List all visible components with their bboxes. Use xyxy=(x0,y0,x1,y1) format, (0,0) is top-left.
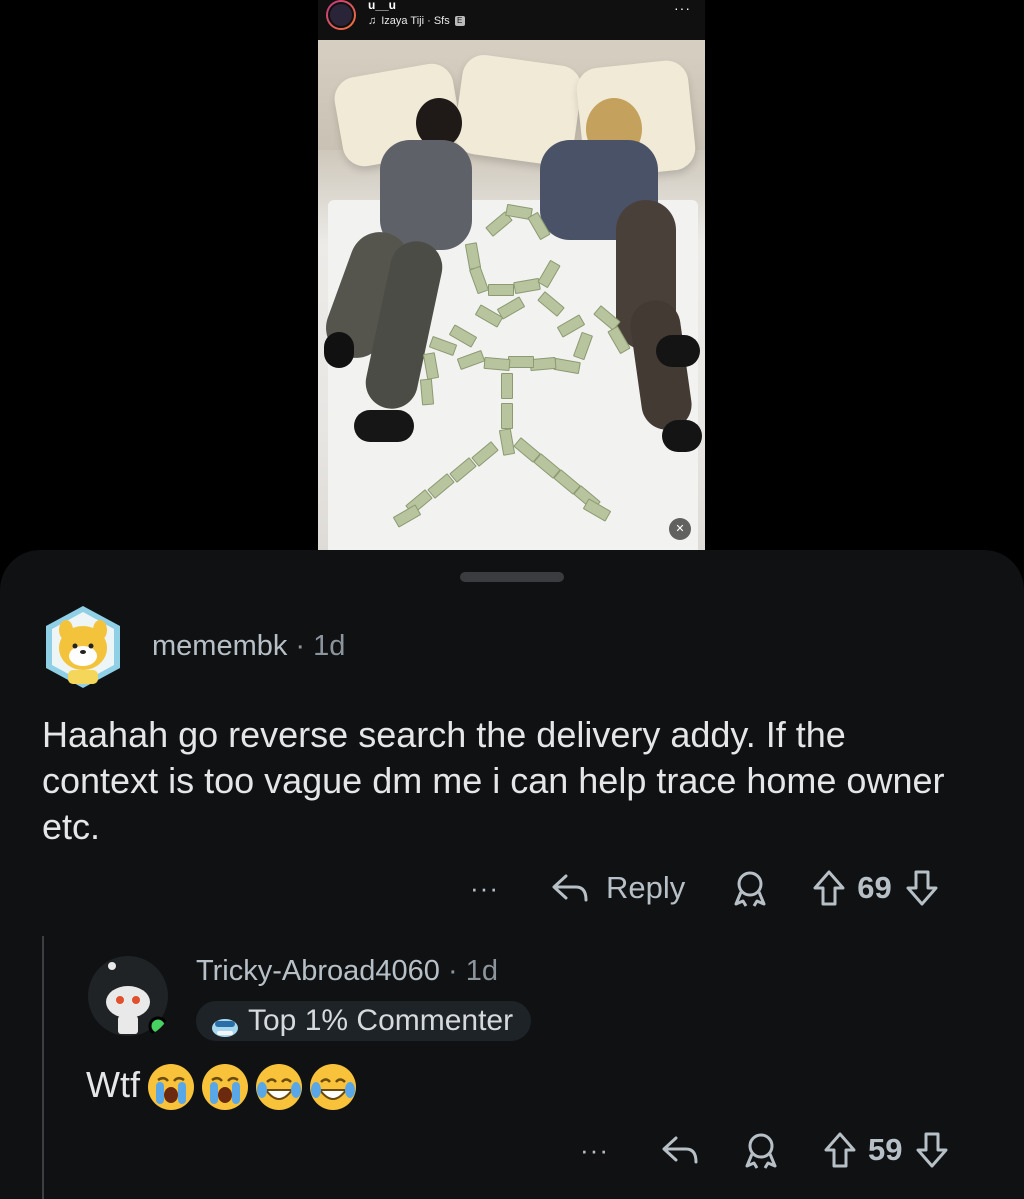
thread-line[interactable] xyxy=(42,936,44,1199)
reply-icon xyxy=(552,874,588,902)
top-commenter-badge[interactable]: Top 1% Commenter xyxy=(196,1001,532,1041)
comment-actions: ··· Reply 69 xyxy=(470,868,940,908)
story-embed[interactable]: u__u ♫ Izaya Tiji · Sfs E ··· ✕ xyxy=(318,0,705,552)
downvote-icon xyxy=(906,870,938,906)
reply-label: Reply xyxy=(606,870,686,905)
vote-count: 69 xyxy=(857,870,892,905)
story-photo: ✕ xyxy=(318,40,705,552)
snoo-badge-icon xyxy=(210,1009,240,1049)
upvote-icon xyxy=(813,870,845,906)
story-username[interactable]: u__u xyxy=(368,0,396,12)
comment-time: 1d xyxy=(313,630,346,662)
story-avatar[interactable] xyxy=(326,0,356,30)
explicit-badge: E xyxy=(454,16,465,26)
upvote-button[interactable] xyxy=(822,1130,858,1170)
comment-text: Wtf xyxy=(86,1064,140,1105)
face-with-tears-of-joy-emoji xyxy=(255,1064,302,1111)
meta-dot: · xyxy=(448,955,466,987)
upvote-button[interactable] xyxy=(811,868,847,908)
reply-button[interactable] xyxy=(660,1132,700,1168)
story-more-icon[interactable]: ··· xyxy=(674,0,691,16)
downvote-button[interactable] xyxy=(914,1130,950,1170)
badge-label: Top 1% Commenter xyxy=(248,1004,514,1037)
reply-button[interactable]: Reply xyxy=(550,870,685,906)
comment-username[interactable]: Tricky-Abroad4060 xyxy=(196,955,440,987)
story-music-label: Izaya Tiji · Sfs xyxy=(381,15,450,27)
meta-dot: · xyxy=(295,630,314,662)
comment-username[interactable]: memembk xyxy=(152,630,287,662)
mute-icon[interactable]: ✕ xyxy=(669,518,691,540)
award-button[interactable] xyxy=(742,1130,780,1170)
more-options-icon[interactable]: ··· xyxy=(580,1135,620,1166)
award-button[interactable] xyxy=(731,868,769,908)
music-note-icon: ♫ xyxy=(368,15,377,27)
story-music[interactable]: ♫ Izaya Tiji · Sfs E xyxy=(368,15,465,27)
comment-actions: ··· 59 xyxy=(580,1130,950,1170)
award-icon xyxy=(745,1133,777,1169)
award-icon xyxy=(734,871,766,907)
comment-meta: memembk · 1d xyxy=(152,630,345,663)
face-with-tears-of-joy-emoji xyxy=(309,1064,356,1111)
loudly-crying-face-emoji xyxy=(201,1064,248,1111)
avatar[interactable] xyxy=(86,952,174,1040)
sheet-grabber[interactable] xyxy=(460,572,564,582)
loudly-crying-face-emoji xyxy=(147,1064,194,1111)
upvote-icon xyxy=(824,1132,856,1168)
comment-time: 1d xyxy=(465,955,498,987)
vote-count: 59 xyxy=(868,1132,903,1167)
downvote-button[interactable] xyxy=(904,868,940,908)
story-header: u__u ♫ Izaya Tiji · Sfs E ··· xyxy=(318,0,705,40)
comment-meta: Tricky-Abroad4060 · 1d xyxy=(196,955,498,988)
downvote-icon xyxy=(916,1132,948,1168)
more-options-icon[interactable]: ··· xyxy=(470,873,510,904)
reply-icon xyxy=(662,1136,698,1164)
comment-body: Haahah go reverse search the delivery ad… xyxy=(42,714,945,847)
avatar[interactable] xyxy=(42,604,124,690)
comment-body: Wtf xyxy=(86,1062,356,1111)
